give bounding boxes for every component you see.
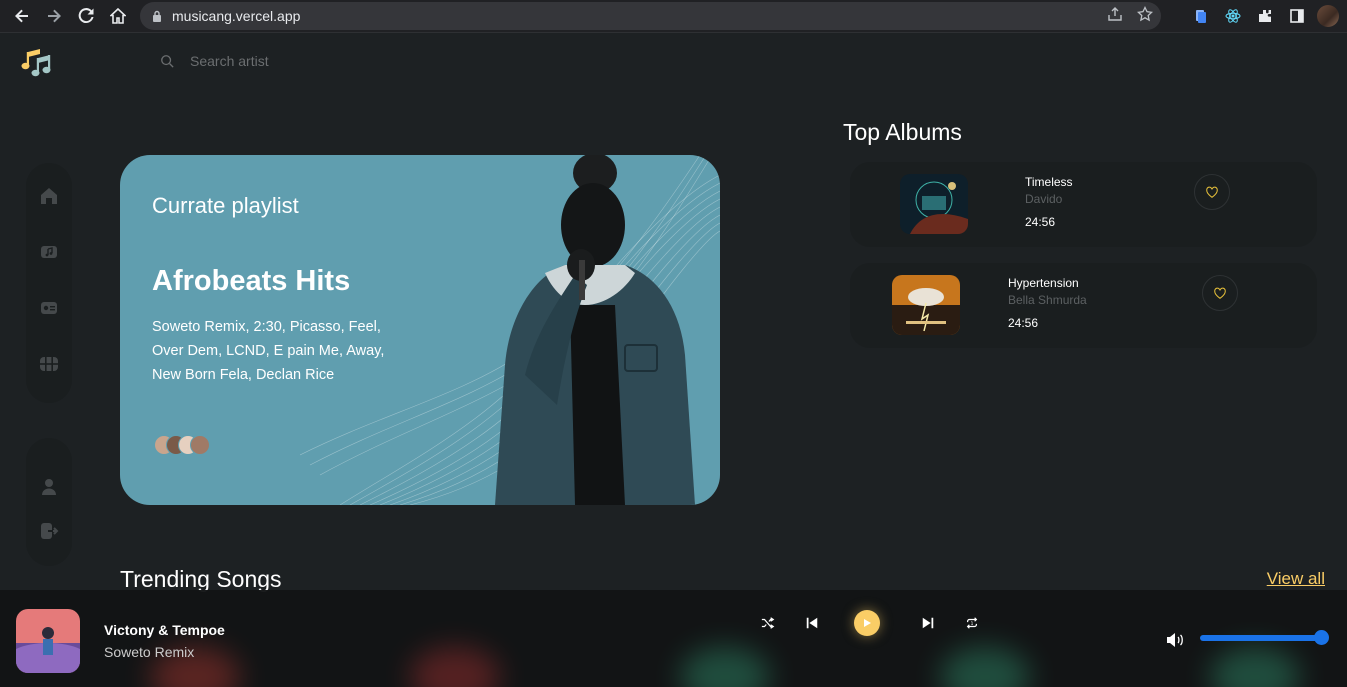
app-root: Currate playlist Afrobeats Hits Soweto R… [0, 33, 1347, 687]
reload-button[interactable] [70, 0, 102, 32]
next-icon[interactable] [918, 613, 938, 633]
profile-icon[interactable] [38, 476, 60, 498]
volume-slider-handle[interactable] [1314, 630, 1329, 645]
arrow-right-icon [48, 9, 61, 23]
hero-description: Soweto Remix, 2:30, Picasso, Feel, Over … [152, 319, 385, 383]
home-icon[interactable] [38, 185, 60, 207]
background-glow [680, 647, 770, 687]
repeat-icon[interactable]: 1 [962, 613, 982, 633]
hero-title: Afrobeats Hits [152, 265, 351, 297]
heart-icon [1206, 186, 1218, 198]
share-icon[interactable] [1107, 6, 1123, 22]
home-button[interactable] [102, 0, 134, 32]
album-card[interactable]: Timeless Davido 24:56 [850, 162, 1317, 247]
now-playing-cover[interactable] [16, 609, 80, 673]
album-cover [900, 174, 968, 234]
play-button[interactable] [854, 610, 880, 636]
search-input[interactable] [190, 53, 390, 69]
artist-photo [495, 155, 695, 505]
extensions-puzzle-icon[interactable] [1253, 4, 1277, 28]
favorite-button[interactable] [1202, 275, 1238, 311]
app-logo-music-icon[interactable] [20, 46, 54, 80]
heart-icon [1214, 287, 1226, 299]
album-card[interactable]: Hypertension Bella Shmurda 24:56 [850, 263, 1317, 348]
listener-avatar [190, 435, 210, 455]
logout-icon[interactable] [38, 520, 60, 542]
hero-subtitle: Currate playlist [152, 193, 299, 218]
favorite-button[interactable] [1194, 174, 1230, 210]
top-albums-heading: Top Albums [843, 119, 962, 145]
album-artist: Davido [1025, 192, 1063, 206]
music-library-icon[interactable] [38, 241, 60, 263]
sidebar-account-nav [26, 438, 72, 566]
search-bar [160, 53, 390, 69]
lock-icon [153, 10, 161, 22]
curated-playlist-hero[interactable]: Currate playlist Afrobeats Hits Soweto R… [120, 155, 720, 505]
sidebar-main-nav [26, 163, 72, 403]
reload-icon [78, 8, 94, 24]
now-playing-artist: Victony & Tempoe [104, 622, 225, 638]
album-title: Timeless [1025, 175, 1073, 189]
back-button[interactable] [6, 0, 38, 32]
url-text: musicang.vercel.app [172, 8, 301, 24]
svg-text:1: 1 [971, 621, 974, 627]
album-artist: Bella Shmurda [1008, 293, 1087, 307]
arrow-left-icon [15, 9, 28, 23]
background-glow [940, 647, 1030, 687]
background-glow [1210, 647, 1300, 687]
browser-profile-avatar[interactable] [1317, 5, 1339, 27]
now-playing-title: Soweto Remix [104, 644, 195, 660]
album-cover [892, 275, 960, 335]
volume-icon[interactable] [1166, 632, 1184, 648]
trending-songs-heading: Trending Songs [120, 566, 282, 592]
album-duration: 24:56 [1008, 316, 1039, 330]
extension-docs-icon[interactable] [1189, 4, 1213, 28]
address-bar[interactable]: musicang.vercel.app [140, 2, 1161, 30]
videos-icon[interactable] [38, 353, 60, 375]
view-all-link[interactable]: View all [1267, 569, 1325, 589]
album-duration: 24:56 [1025, 215, 1056, 229]
react-devtools-icon[interactable] [1221, 4, 1245, 28]
shuffle-icon[interactable] [758, 613, 778, 633]
playback-controls: 1 [758, 610, 982, 636]
radio-icon[interactable] [38, 297, 60, 319]
bookmark-star-icon[interactable] [1137, 6, 1153, 22]
background-glow [410, 647, 500, 687]
side-panel-icon[interactable] [1285, 4, 1309, 28]
browser-toolbar: musicang.vercel.app [0, 0, 1347, 33]
listener-avatars [154, 435, 210, 455]
album-title: Hypertension [1008, 276, 1079, 290]
volume-slider[interactable] [1200, 635, 1328, 641]
previous-icon[interactable] [802, 613, 822, 633]
play-icon [864, 619, 871, 627]
music-player-bar: Victony & Tempoe Soweto Remix 1 [0, 590, 1347, 687]
search-icon [161, 55, 174, 68]
forward-button[interactable] [38, 0, 70, 32]
home-outline-icon [110, 8, 126, 24]
